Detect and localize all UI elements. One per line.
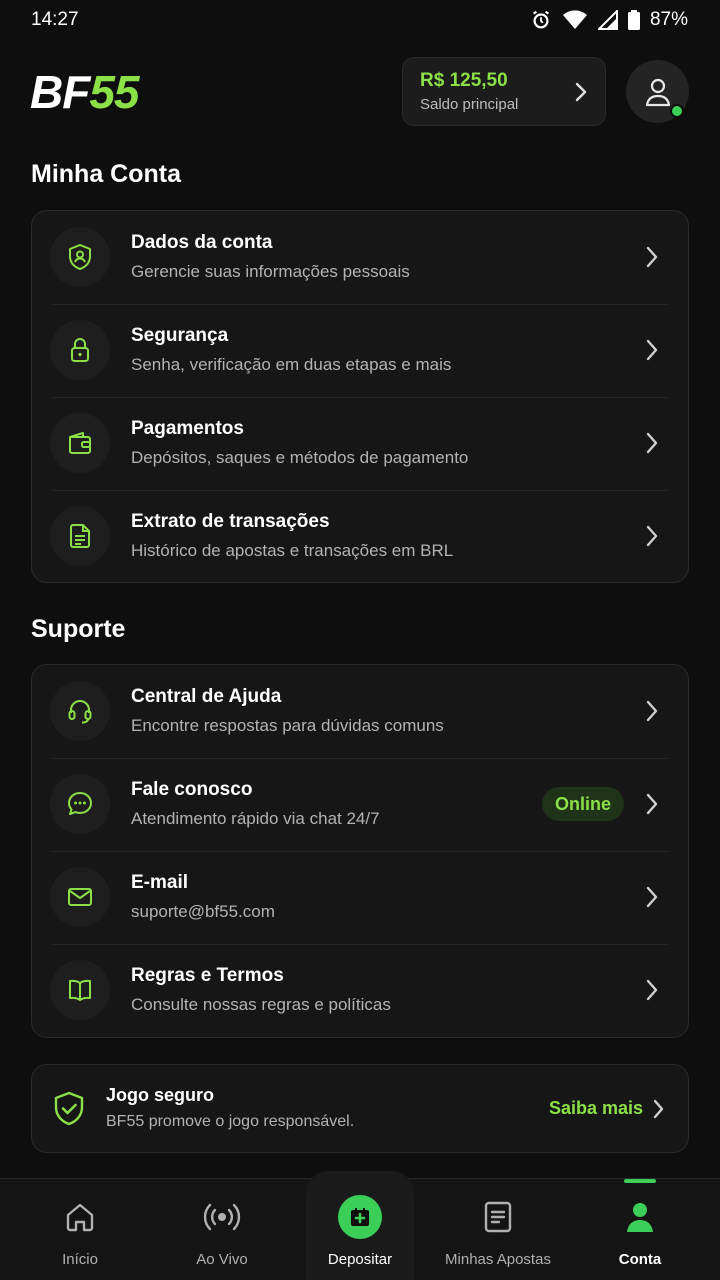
mail-icon bbox=[68, 888, 92, 906]
status-time: 14:27 bbox=[31, 9, 79, 30]
signal-icon bbox=[597, 10, 618, 30]
account-item-dados[interactable]: Dados da conta Gerencie suas informações… bbox=[32, 211, 688, 304]
home-icon bbox=[66, 1203, 94, 1232]
support-card: Central de Ajuda Encontre respostas para… bbox=[31, 664, 689, 1038]
shield-check-icon bbox=[54, 1091, 84, 1126]
avatar-button[interactable] bbox=[626, 60, 689, 123]
chevron-right-icon bbox=[646, 246, 658, 268]
chevron-right-icon bbox=[575, 82, 587, 102]
nav-minhas-apostas[interactable]: Minhas Apostas bbox=[433, 1179, 563, 1280]
support-item-email[interactable]: E-mail suporte@bf55.com bbox=[32, 851, 688, 944]
chat-icon bbox=[68, 792, 92, 815]
deposit-icon bbox=[338, 1195, 382, 1239]
book-icon bbox=[69, 979, 91, 1001]
alarm-icon bbox=[533, 10, 549, 29]
chevron-right-icon bbox=[646, 979, 658, 1001]
balance-amount: R$ 125,50 bbox=[420, 70, 508, 91]
wallet-icon bbox=[69, 432, 91, 454]
status-bar: 14:27 87% bbox=[0, 0, 720, 40]
bottom-nav: Início Ao Vivo Depositar Minhas Apostas … bbox=[0, 1171, 720, 1280]
safe-game-card: Jogo seguro BF55 promove o jogo responsá… bbox=[31, 1064, 689, 1153]
bets-icon bbox=[484, 1201, 512, 1233]
app-header: BF55 R$ 125,50 Saldo principal bbox=[0, 56, 720, 128]
headset-icon bbox=[68, 700, 92, 724]
account-item-pagamentos[interactable]: Pagamentos Depósitos, saques e métodos d… bbox=[32, 397, 688, 490]
nav-inicio[interactable]: Início bbox=[20, 1179, 140, 1280]
nav-depositar[interactable]: Depositar bbox=[300, 1179, 420, 1280]
balance-button[interactable]: R$ 125,50 Saldo principal bbox=[402, 57, 606, 126]
chevron-right-icon bbox=[646, 432, 658, 454]
balance-label: Saldo principal bbox=[420, 96, 519, 113]
user-icon bbox=[627, 1203, 653, 1232]
account-card: Dados da conta Gerencie suas informações… bbox=[31, 210, 689, 583]
document-icon bbox=[70, 524, 90, 548]
chevron-right-icon bbox=[646, 525, 658, 547]
chevron-right-icon bbox=[646, 793, 658, 815]
wifi-icon bbox=[562, 10, 587, 29]
online-badge: Online bbox=[541, 787, 624, 821]
learn-more-link[interactable]: Saiba mais bbox=[549, 1098, 664, 1119]
battery-icon bbox=[627, 10, 640, 30]
chevron-right-icon bbox=[646, 886, 658, 908]
nav-conta[interactable]: Conta bbox=[580, 1179, 700, 1280]
live-icon bbox=[203, 1203, 241, 1231]
safe-game-title: Jogo seguro bbox=[106, 1085, 215, 1105]
battery-percent: 87% bbox=[649, 9, 688, 30]
chevron-right-icon bbox=[646, 339, 658, 361]
user-outline-icon bbox=[645, 78, 670, 106]
safe-game-subtitle: BF55 promove o jogo responsável. bbox=[106, 1113, 355, 1130]
support-item-central[interactable]: Central de Ajuda Encontre respostas para… bbox=[32, 665, 688, 758]
account-item-extrato[interactable]: Extrato de transações Histórico de apost… bbox=[32, 490, 688, 582]
support-item-fale-conosco[interactable]: Fale conosco Atendimento rápido via chat… bbox=[32, 758, 688, 851]
support-section-title: Suporte bbox=[31, 615, 126, 643]
shield-user-icon bbox=[69, 244, 91, 270]
bf55-logo[interactable]: BF55 bbox=[30, 69, 140, 115]
account-item-seguranca[interactable]: Segurança Senha, verificação em duas eta… bbox=[32, 304, 688, 397]
chevron-right-icon bbox=[653, 1099, 664, 1118]
account-section-title: Minha Conta bbox=[31, 160, 181, 188]
online-status-dot bbox=[670, 104, 684, 118]
nav-ao-vivo[interactable]: Ao Vivo bbox=[162, 1179, 282, 1280]
chevron-right-icon bbox=[646, 700, 658, 722]
active-tab-indicator bbox=[624, 1179, 656, 1183]
lock-icon bbox=[71, 338, 89, 362]
support-item-regras[interactable]: Regras e Termos Consulte nossas regras e… bbox=[32, 944, 688, 1037]
